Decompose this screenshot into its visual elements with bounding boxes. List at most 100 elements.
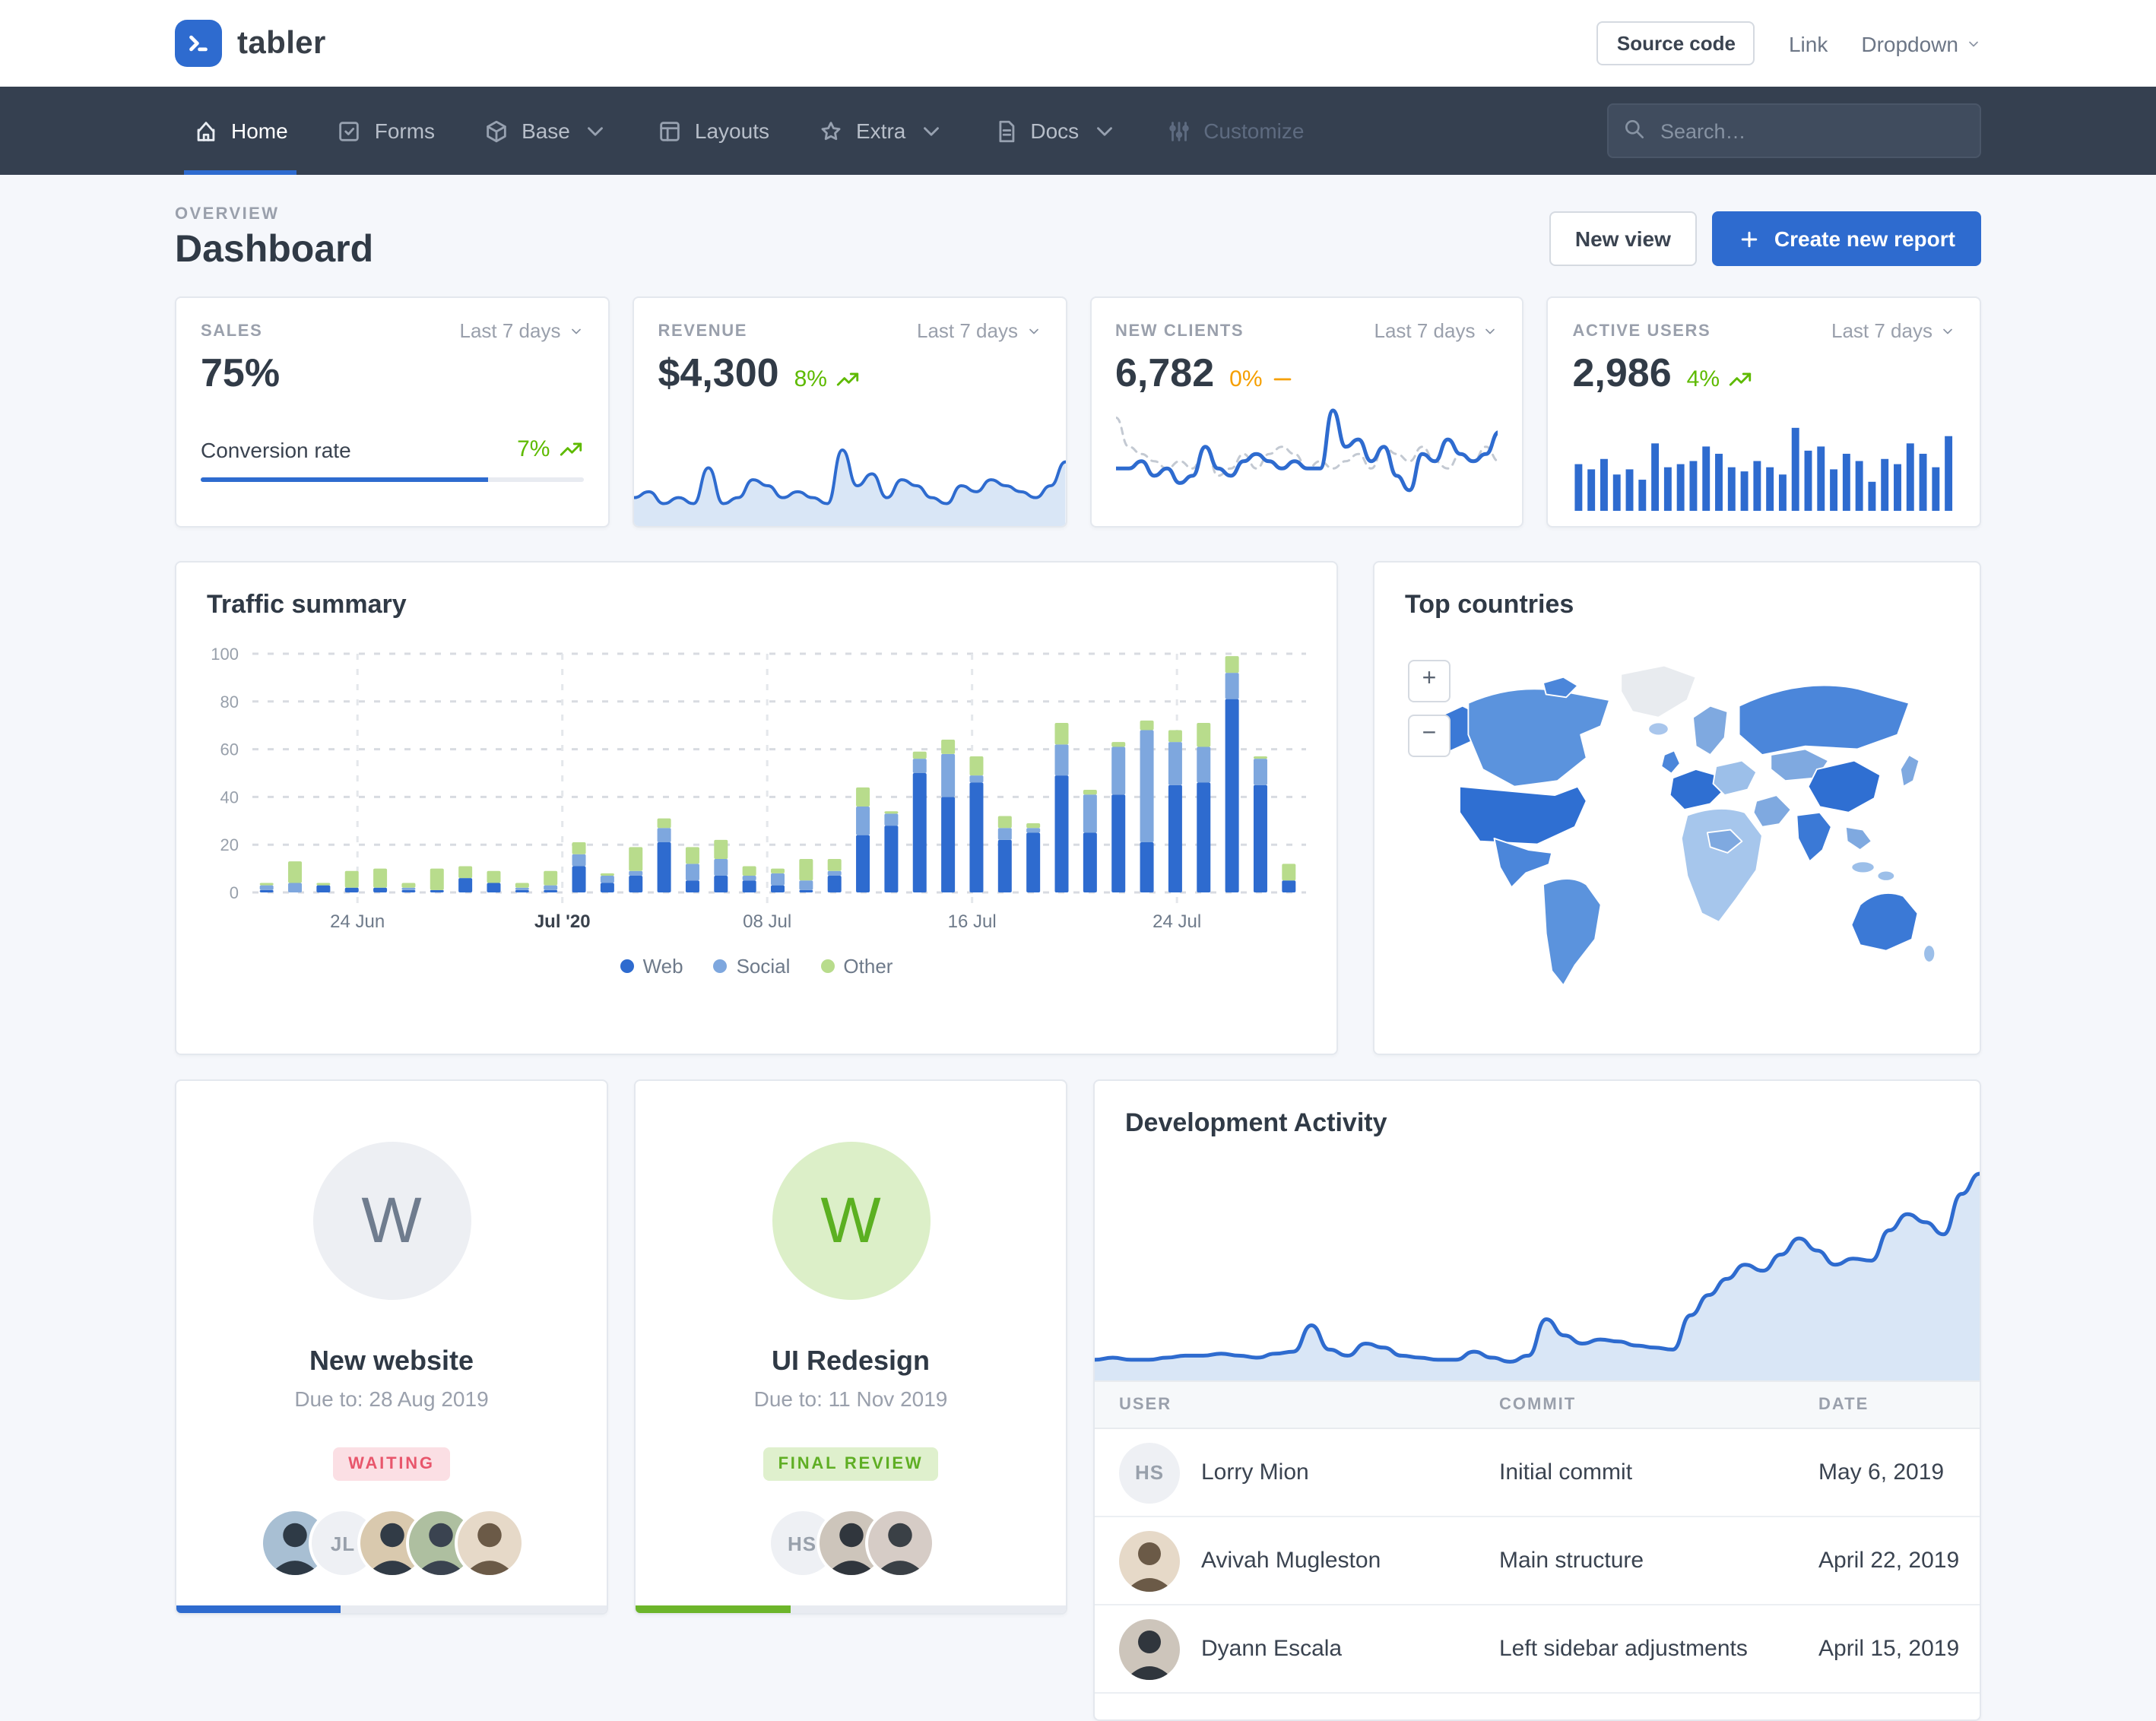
period-label: Last 7 days [1831, 319, 1932, 342]
revenue-sparkline [634, 439, 1066, 526]
home-icon [193, 118, 219, 144]
svg-text:Jul '20: Jul '20 [534, 911, 591, 932]
delta-badge: 7% [517, 436, 583, 462]
link-button[interactable]: Link [1789, 31, 1828, 55]
source-code-button[interactable]: Source code [1597, 21, 1755, 65]
column-header-commit: COMMIT [1475, 1382, 1794, 1428]
project-progress [636, 1605, 1066, 1613]
users-bars-chart [1573, 420, 1956, 511]
conversion-progress [201, 477, 584, 482]
development-activity-chart [1095, 1163, 1980, 1380]
user-name: Lorry Mion [1201, 1460, 1309, 1485]
nav-item-layouts[interactable]: Layouts [639, 87, 788, 175]
flat-trend-icon [1270, 366, 1296, 392]
stat-value: 6,782 [1115, 350, 1214, 397]
nav-item-home[interactable]: Home [175, 87, 306, 175]
map-zoom-out-button[interactable]: − [1408, 715, 1451, 757]
top-countries-card: Top countries + − [1373, 561, 1981, 1055]
chevron-down-icon [1966, 36, 1981, 51]
commit-message: Left sidebar adjustments [1475, 1636, 1794, 1662]
svg-text:08 Jul: 08 Jul [743, 911, 791, 932]
search-input[interactable] [1607, 103, 1981, 158]
page-overline: OVERVIEW [175, 205, 373, 223]
chart-legend: Web Social Other [207, 955, 1306, 978]
period-dropdown[interactable]: Last 7 days [460, 319, 584, 342]
stat-value: 2,986 [1573, 350, 1672, 397]
create-report-button[interactable]: Create new report [1712, 211, 1981, 266]
table-row[interactable]: Dyann Escala Left sidebar adjustments Ap… [1095, 1605, 1980, 1694]
legend-dot-icon [714, 959, 728, 973]
commit-message: Main structure [1475, 1548, 1794, 1574]
avatar [1119, 1618, 1180, 1679]
stat-label: SALES [201, 322, 262, 340]
development-activity-card: Development Activity USER COMMIT DATE HS… [1093, 1079, 1981, 1721]
brand[interactable]: tabler [175, 20, 326, 67]
svg-text:100: 100 [211, 645, 239, 664]
top-countries-title: Top countries [1405, 590, 1949, 620]
user-name: Avivah Mugleston [1201, 1548, 1381, 1574]
nav-item-docs[interactable]: Docs [974, 87, 1135, 175]
nav-item-customize[interactable]: Customize [1147, 87, 1322, 175]
checkbox-icon [337, 118, 363, 144]
commits-table: USER COMMIT DATE HS Lorry Mion Initial c… [1095, 1380, 1980, 1694]
sales-card: SALES Last 7 days 75% Conversion rate 7% [175, 296, 610, 528]
delta-badge: 0% [1229, 366, 1295, 392]
traffic-summary-title: Traffic summary [207, 590, 1306, 620]
legend-item[interactable]: Social [714, 955, 791, 978]
table-row[interactable]: HS Lorry Mion Initial commit May 6, 2019 [1095, 1429, 1980, 1517]
chevron-down-icon [569, 323, 584, 338]
person-silhouette-icon [867, 1511, 931, 1575]
commit-date: April 15, 2019 [1794, 1636, 1980, 1662]
period-dropdown[interactable]: Last 7 days [1831, 319, 1955, 342]
commit-message: Initial commit [1475, 1460, 1794, 1485]
user-name: Dyann Escala [1201, 1636, 1342, 1662]
project-due-date: Due to: 11 Nov 2019 [754, 1387, 948, 1411]
trending-up-icon [558, 436, 584, 462]
commit-date: April 22, 2019 [1794, 1548, 1980, 1574]
chevron-down-icon [1940, 323, 1955, 338]
nav-item-base[interactable]: Base [465, 87, 626, 175]
avatar [867, 1511, 931, 1575]
avatar: HS [1119, 1442, 1180, 1503]
file-text-icon [992, 118, 1018, 144]
project-title: New website [309, 1345, 474, 1377]
project-card-new-website: W New website Due to: 28 Aug 2019 WAITIN… [175, 1079, 608, 1615]
nav-label: Docs [1030, 119, 1079, 143]
period-dropdown[interactable]: Last 7 days [917, 319, 1041, 342]
project-card-ui-redesign: W UI Redesign Due to: 11 Nov 2019 FINAL … [634, 1079, 1067, 1615]
map-zoom-in-button[interactable]: + [1408, 660, 1451, 702]
project-avatar: W [312, 1142, 471, 1300]
period-dropdown[interactable]: Last 7 days [1374, 319, 1498, 342]
team-avatars: HS [770, 1511, 931, 1575]
project-title: UI Redesign [772, 1345, 930, 1377]
svg-text:24 Jul: 24 Jul [1153, 911, 1201, 932]
stat-value: $4,300 [658, 350, 779, 397]
svg-text:16 Jul: 16 Jul [948, 911, 997, 932]
chevron-down-icon [1483, 323, 1498, 338]
dropdown-menu[interactable]: Dropdown [1861, 31, 1981, 55]
search-icon [1622, 117, 1647, 141]
world-map [1405, 642, 1952, 1006]
svg-text:24 Jun: 24 Jun [330, 911, 385, 932]
trending-up-icon [835, 366, 861, 392]
legend-dot-icon [820, 959, 834, 973]
revenue-card: REVENUE Last 7 days $4,300 8% [633, 296, 1067, 528]
svg-text:80: 80 [220, 693, 239, 712]
page-title: Dashboard [175, 228, 373, 272]
legend-item[interactable]: Web [620, 955, 683, 978]
layout-icon [657, 118, 683, 144]
legend-item[interactable]: Other [820, 955, 893, 978]
nav-item-extra[interactable]: Extra [800, 87, 962, 175]
package-icon [484, 118, 509, 144]
avatar [457, 1511, 521, 1575]
table-row[interactable]: Avivah Mugleston Main structure April 22… [1095, 1517, 1980, 1605]
svg-text:0: 0 [230, 883, 239, 902]
create-report-label: Create new report [1774, 227, 1955, 251]
stat-label: NEW CLIENTS [1115, 322, 1244, 340]
nav-item-forms[interactable]: Forms [319, 87, 453, 175]
delta-value: 0% [1229, 366, 1262, 392]
status-badge: FINAL REVIEW [763, 1447, 939, 1481]
chevron-down-icon [1026, 323, 1041, 338]
new-view-button[interactable]: New view [1549, 211, 1697, 266]
traffic-summary-card: Traffic summary 02040608010024 JunJul '2… [175, 561, 1338, 1055]
